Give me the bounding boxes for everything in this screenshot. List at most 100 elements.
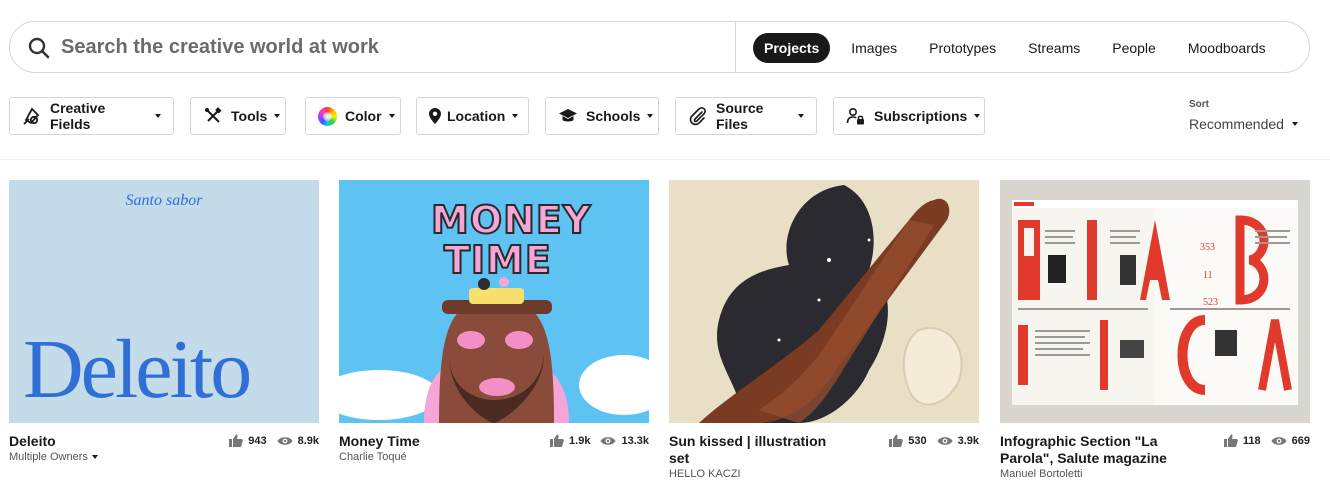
location-pin-icon	[429, 106, 441, 126]
chevron-down-icon	[512, 114, 519, 118]
project-meta: Money Time Charlie Toqué 1.9k 13.3k	[339, 433, 649, 463]
views-count: 3.9k	[957, 434, 979, 447]
thumbnail-art-text: MONEY	[430, 197, 592, 243]
project-title[interactable]: Sun kissed | illustration set	[669, 433, 849, 467]
header-divider	[0, 159, 1330, 160]
sort-label: Sort	[1189, 99, 1209, 110]
appreciations: 943	[229, 434, 267, 447]
search-icon[interactable]	[27, 36, 51, 60]
project-thumbnail[interactable]: Santo sabor Deleito	[9, 180, 319, 423]
tab-streams[interactable]: Streams	[1015, 33, 1093, 63]
views: 8.9k	[277, 435, 319, 447]
chevron-down-icon	[155, 114, 161, 118]
filter-label: Location	[447, 108, 506, 124]
sort-value: Recommended	[1189, 116, 1284, 132]
project-thumbnail[interactable]: 353 11 523	[1000, 180, 1310, 423]
project-thumbnail[interactable]: MONEY TIME	[339, 180, 649, 423]
tab-moodboards[interactable]: Moodboards	[1175, 33, 1279, 63]
project-title[interactable]: Money Time	[339, 433, 539, 450]
filter-creative-fields[interactable]: Creative Fields	[9, 97, 174, 135]
chevron-down-icon	[798, 114, 804, 118]
thumbs-up-icon	[550, 434, 564, 447]
content-type-tabs: Projects Images Prototypes Streams Peopl…	[753, 33, 1285, 63]
tab-prototypes[interactable]: Prototypes	[916, 33, 1009, 63]
sort-dropdown[interactable]: Recommended	[1189, 116, 1298, 132]
views-count: 13.3k	[621, 434, 649, 447]
project-stats: 118 669	[1214, 434, 1310, 447]
appreciations: 118	[1223, 434, 1261, 447]
project-owner[interactable]: Multiple Owners	[9, 451, 319, 463]
project-owner[interactable]: Charlie Toqué	[339, 451, 649, 463]
filter-color[interactable]: Color	[305, 97, 401, 135]
creative-fields-icon	[22, 106, 42, 126]
thumbnail-illustration	[699, 185, 963, 423]
project-thumbnail[interactable]	[669, 180, 979, 423]
search-bar: Projects Images Prototypes Streams Peopl…	[9, 21, 1310, 73]
filter-label: Tools	[231, 108, 268, 124]
eye-icon	[937, 436, 953, 445]
filter-label: Source Files	[716, 100, 764, 132]
eye-icon	[277, 436, 293, 445]
project-stats: 530 3.9k	[879, 434, 979, 447]
tab-projects[interactable]: Projects	[753, 33, 831, 63]
project-card: 353 11 523 Infographic Section "La Parol…	[1000, 180, 1310, 480]
project-owner[interactable]: HELLO KACZI	[669, 468, 979, 480]
project-title[interactable]: Infographic Section "La Parola", Salute …	[1000, 433, 1190, 467]
project-meta: Infographic Section "La Parola", Salute …	[1000, 433, 1310, 480]
project-title[interactable]: Deleito	[9, 433, 209, 450]
graduation-cap-icon	[558, 106, 578, 126]
owner-name: Multiple Owners	[9, 451, 88, 463]
user-lock-icon	[846, 106, 866, 126]
filter-tools[interactable]: Tools	[190, 97, 286, 135]
filter-source-files[interactable]: Source Files	[675, 97, 817, 135]
project-card: Sun kissed | illustration set HELLO KACZ…	[669, 180, 979, 480]
project-meta: Deleito Multiple Owners 943 8.9k	[9, 433, 319, 463]
project-card: Santo sabor Deleito Deleito Multiple Own…	[9, 180, 319, 463]
views-count: 8.9k	[297, 434, 319, 447]
likes-count: 118	[1242, 434, 1261, 447]
filter-label: Subscriptions	[874, 108, 968, 124]
appreciations: 1.9k	[550, 434, 590, 447]
chevron-down-icon	[1291, 122, 1298, 126]
thumbs-up-icon	[1223, 434, 1238, 447]
likes-count: 1.9k	[569, 434, 591, 447]
filter-label: Schools	[586, 108, 641, 124]
appreciations: 530	[889, 434, 927, 447]
filter-bar: Creative Fields Tools Color Location Sch…	[9, 97, 985, 135]
chevron-down-icon	[974, 114, 981, 118]
filter-subscriptions[interactable]: Subscriptions	[833, 97, 985, 135]
chevron-down-icon	[91, 455, 98, 459]
thumbs-up-icon	[229, 434, 244, 447]
project-stats: 1.9k 13.3k	[540, 434, 649, 447]
views: 13.3k	[600, 435, 649, 447]
owner-name: HELLO KACZI	[669, 468, 741, 480]
likes-count: 943	[248, 434, 267, 447]
svg-text:523: 523	[1203, 297, 1218, 308]
search-divider	[735, 22, 736, 72]
search-input[interactable]	[61, 30, 721, 64]
filter-label: Creative Fields	[50, 100, 106, 132]
tools-icon	[203, 106, 223, 126]
eye-icon	[600, 436, 616, 445]
views: 3.9k	[937, 435, 979, 447]
thumbnail-art-text: Deleito	[23, 323, 252, 416]
filter-label: Color	[345, 108, 382, 124]
likes-count: 530	[908, 434, 927, 447]
chevron-down-icon	[274, 114, 281, 118]
tab-people[interactable]: People	[1099, 33, 1169, 63]
color-wheel-icon	[318, 106, 337, 126]
sort-control[interactable]: Sort Recommended	[1189, 99, 1298, 132]
chevron-down-icon	[647, 114, 654, 118]
paperclip-icon	[688, 106, 708, 126]
tab-images[interactable]: Images	[838, 33, 910, 63]
chevron-down-icon	[388, 114, 395, 118]
filter-schools[interactable]: Schools	[545, 97, 659, 135]
svg-text:11: 11	[1203, 270, 1213, 281]
thumbs-up-icon	[889, 434, 904, 447]
thumbnail-art-text: TIME	[443, 237, 552, 283]
project-card: MONEY TIME Money Time Charlie Toqué 1.9k…	[339, 180, 649, 463]
project-owner[interactable]: Manuel Bortoletti	[1000, 468, 1310, 480]
filter-location[interactable]: Location	[416, 97, 529, 135]
owner-name: Manuel Bortoletti	[1000, 468, 1083, 480]
thumbnail-illustration: 353 11 523	[1012, 200, 1298, 405]
